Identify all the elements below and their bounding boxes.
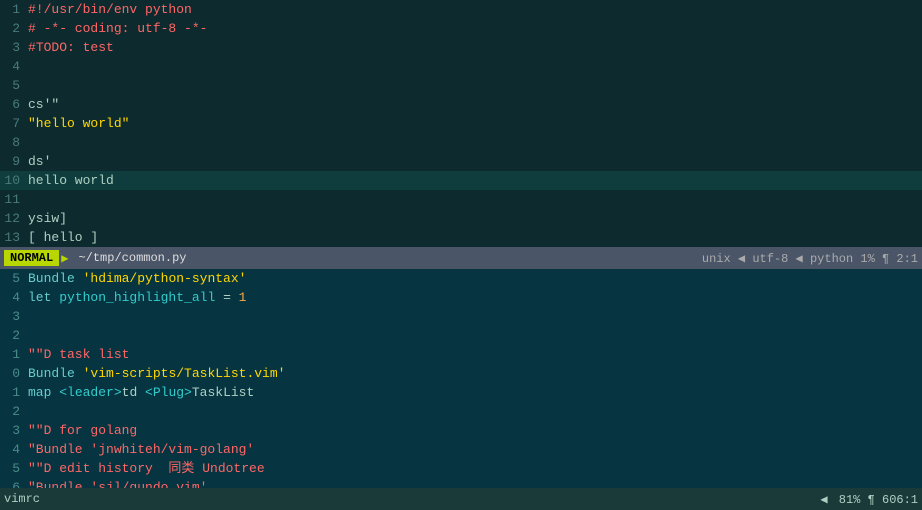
code-line: 4	[0, 57, 922, 76]
second-editor: 5 Bundle 'hdima/python-syntax' 4 let pyt…	[0, 269, 922, 488]
line-number: 3	[0, 307, 28, 326]
code-line: 12 ysiw]	[0, 209, 922, 228]
line-content: "hello world"	[28, 114, 129, 133]
code-line: 3	[0, 307, 922, 326]
line-content: [ hello ]	[28, 228, 98, 247]
scroll-left-arrow: ◀	[820, 493, 827, 507]
code-line: 3 ""D for golang	[0, 421, 922, 440]
line-number: 7	[0, 114, 28, 133]
line-number: 4	[0, 288, 28, 307]
line-number: 2	[0, 402, 28, 421]
status-bar-2: vimrc ◀ 81% ¶ 606:1	[0, 488, 922, 510]
line-content: #TODO: test	[28, 38, 114, 57]
code-line: 2 # -*- coding: utf-8 -*-	[0, 19, 922, 38]
code-line: 4 "Bundle 'jnwhiteh/vim-golang'	[0, 440, 922, 459]
code-line: 1 ""D task list	[0, 345, 922, 364]
code-line: 6 cs'"	[0, 95, 922, 114]
bottom-filename: vimrc	[4, 492, 40, 506]
bottom-position: 81% ¶ 606:1	[839, 493, 918, 507]
code-line: 11	[0, 190, 922, 209]
line-number: 4	[0, 57, 28, 76]
line-number: 2	[0, 19, 28, 38]
status-bar-1: NORMAL ▶ ~/tmp/common.py unix ◀ utf-8 ◀ …	[0, 247, 922, 269]
line-content: "Bundle 'jnwhiteh/vim-golang'	[28, 440, 254, 459]
line-number: 1	[0, 383, 28, 402]
code-line: 5	[0, 76, 922, 95]
code-line: 4 let python_highlight_all = 1	[0, 288, 922, 307]
code-line-highlighted: 10 hello world	[0, 171, 922, 190]
line-content: # -*- coding: utf-8 -*-	[28, 19, 207, 38]
line-number: 4	[0, 440, 28, 459]
line-content: ysiw]	[28, 209, 67, 228]
code-line: 0 Bundle 'vim-scripts/TaskList.vim'	[0, 364, 922, 383]
line-number: 5	[0, 269, 28, 288]
code-line: 3 #TODO: test	[0, 38, 922, 57]
code-line: 1 map <leader>td <Plug>TaskList	[0, 383, 922, 402]
line-content: ""D task list	[28, 345, 129, 364]
line-content: ds'	[28, 152, 51, 171]
line-number: 3	[0, 421, 28, 440]
line-number: 9	[0, 152, 28, 171]
line-content: "Bundle 'sjl/gundo.vim'	[28, 478, 207, 488]
line-number: 6	[0, 478, 28, 488]
line-content: Bundle 'hdima/python-syntax'	[28, 269, 246, 288]
line-number: 2	[0, 326, 28, 345]
mode-indicator: NORMAL	[4, 250, 59, 266]
line-number: 5	[0, 459, 28, 478]
line-number: 6	[0, 95, 28, 114]
line-number: 3	[0, 38, 28, 57]
editor-container: 1 #!/usr/bin/env python 2 # -*- coding: …	[0, 0, 922, 510]
line-number: 1	[0, 0, 28, 19]
line-content: map <leader>td <Plug>TaskList	[28, 383, 254, 402]
code-line: 2	[0, 326, 922, 345]
code-line: 5 ""D edit history 同类 Undotree	[0, 459, 922, 478]
line-content: let python_highlight_all = 1	[28, 288, 246, 307]
line-content: ""D for golang	[28, 421, 137, 440]
code-line: 9 ds'	[0, 152, 922, 171]
line-number: 8	[0, 133, 28, 152]
line-number: 5	[0, 76, 28, 95]
line-number: 0	[0, 364, 28, 383]
mode-arrow: ▶	[59, 251, 70, 266]
line-content: Bundle 'vim-scripts/TaskList.vim'	[28, 364, 285, 383]
code-line: 7 "hello world"	[0, 114, 922, 133]
line-content: hello world	[28, 171, 114, 190]
line-number: 10	[0, 171, 28, 190]
line-number: 1	[0, 345, 28, 364]
file-path: ~/tmp/common.py	[70, 251, 194, 265]
line-content: #!/usr/bin/env python	[28, 0, 192, 19]
line-content: ""D edit history 同类 Undotree	[28, 459, 265, 478]
status-right-info: unix ◀ utf-8 ◀ python 1% ¶ 2:1	[702, 251, 918, 266]
line-content: cs'"	[28, 95, 59, 114]
code-line: 5 Bundle 'hdima/python-syntax'	[0, 269, 922, 288]
code-line: 6 "Bundle 'sjl/gundo.vim'	[0, 478, 922, 488]
code-line: 2	[0, 402, 922, 421]
main-editor: 1 #!/usr/bin/env python 2 # -*- coding: …	[0, 0, 922, 247]
code-line: 8	[0, 133, 922, 152]
line-number: 11	[0, 190, 28, 209]
bottom-right-info: ◀ 81% ¶ 606:1	[820, 492, 918, 507]
line-number: 13	[0, 228, 28, 247]
code-line: 13 [ hello ]	[0, 228, 922, 247]
code-line: 1 #!/usr/bin/env python	[0, 0, 922, 19]
line-number: 12	[0, 209, 28, 228]
